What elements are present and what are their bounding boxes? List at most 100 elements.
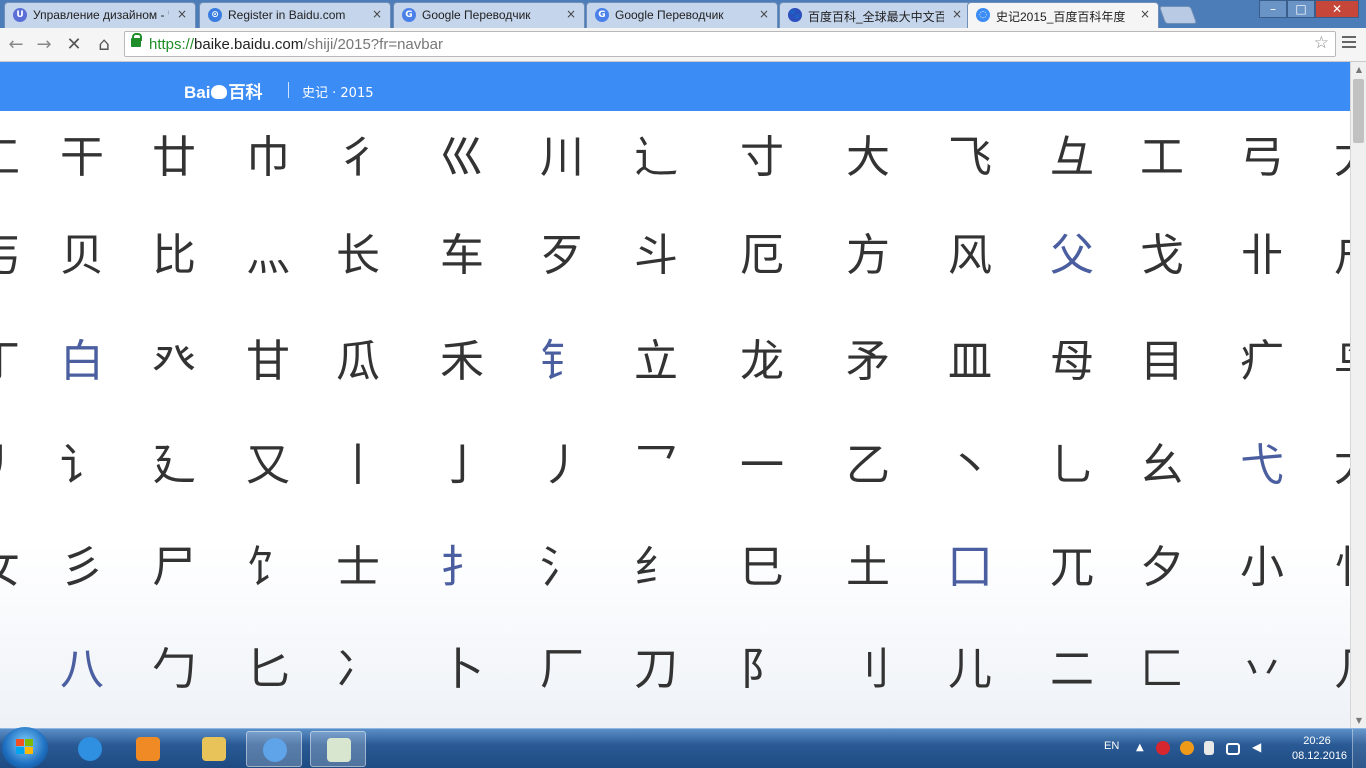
radical-glyph[interactable]: 乛 (616, 429, 696, 493)
back-arrow-icon[interactable]: ← (6, 34, 26, 55)
radical-glyph[interactable]: 户 (1316, 219, 1350, 283)
radical-glyph[interactable]: 彳 (318, 121, 398, 185)
radical-glyph[interactable]: 土 (828, 531, 908, 595)
browser-tab[interactable]: 🐾 百度百科_全球最大中文百 × (779, 2, 971, 28)
taskbar-app-button[interactable] (186, 731, 242, 767)
radical-glyph[interactable]: 忄 (1316, 531, 1350, 595)
radical-glyph[interactable]: 乚 (1032, 429, 1112, 493)
radical-glyph[interactable]: 斗 (616, 219, 696, 283)
tab-close-icon[interactable]: × (1140, 7, 1150, 21)
taskbar-app-button[interactable] (310, 731, 366, 767)
radical-glyph[interactable]: 厂 (522, 633, 602, 697)
browser-tab[interactable]: U Управление дизайном - Ч × (4, 2, 196, 28)
forward-arrow-icon[interactable]: → (34, 34, 54, 55)
radical-glyph[interactable]: 丨 (318, 429, 398, 493)
radical-glyph[interactable]: 冫 (0, 633, 38, 697)
radical-glyph[interactable]: 车 (422, 219, 502, 283)
radical-glyph[interactable]: 辶 (616, 121, 696, 185)
language-indicator[interactable]: EN (1104, 740, 1119, 752)
radical-glyph[interactable]: 长 (318, 219, 398, 283)
close-window-button[interactable]: ✕ (1315, 0, 1359, 18)
radical-glyph[interactable]: 彑 (1032, 121, 1112, 185)
radical-glyph[interactable]: 寸 (722, 121, 802, 185)
radical-glyph[interactable]: 女 (0, 531, 38, 595)
radical-glyph[interactable]: 小 (1222, 531, 1302, 595)
browser-tab[interactable]: ⊙ Register in Baidu.com × (199, 2, 391, 28)
radical-glyph[interactable]: 亅 (422, 429, 502, 493)
radical-glyph[interactable]: 目 (1122, 325, 1202, 389)
radical-glyph[interactable]: 父 (1032, 219, 1112, 283)
radical-glyph[interactable]: 贝 (42, 219, 122, 283)
address-bar[interactable]: https://baike.baidu.com/shiji/2015?fr=na… (124, 31, 1336, 57)
tab-close-icon[interactable]: × (759, 7, 769, 21)
taskbar-app-button[interactable] (246, 731, 302, 767)
volume-icon[interactable]: ◀ (1252, 740, 1266, 754)
scroll-thumb[interactable] (1353, 79, 1364, 143)
radical-glyph[interactable]: 弓 (1222, 121, 1302, 185)
radical-glyph[interactable]: 士 (318, 531, 398, 595)
baidu-logo[interactable]: Bai 百科 (184, 78, 262, 103)
show-hidden-icons-icon[interactable]: ▲ (1136, 742, 1150, 756)
radical-glyph[interactable]: 巳 (722, 531, 802, 595)
radical-glyph[interactable]: 匕 (228, 633, 308, 697)
radical-glyph[interactable]: 巾 (228, 121, 308, 185)
scroll-down-icon[interactable]: ▼ (1351, 713, 1366, 729)
radical-glyph[interactable]: 工 (1122, 121, 1202, 185)
start-button[interactable] (2, 727, 48, 768)
radical-glyph[interactable]: 癶 (134, 325, 214, 389)
tab-close-icon[interactable]: × (372, 7, 382, 21)
radical-glyph[interactable]: 几 (1316, 633, 1350, 697)
radical-glyph[interactable]: 白 (42, 325, 122, 389)
network-icon[interactable] (1226, 743, 1240, 755)
radical-glyph[interactable]: 皿 (930, 325, 1010, 389)
radical-glyph[interactable]: 瓜 (318, 325, 398, 389)
radical-glyph[interactable]: 戈 (1122, 219, 1202, 283)
section-title[interactable]: 史记 · 2015 (302, 82, 373, 101)
radical-glyph[interactable]: 干 (42, 121, 122, 185)
radical-glyph[interactable]: 饣 (228, 531, 308, 595)
radical-glyph[interactable]: 丐 (0, 219, 38, 283)
radical-glyph[interactable]: 巛 (422, 121, 502, 185)
radical-glyph[interactable]: 鸟 (1316, 325, 1350, 389)
radical-glyph[interactable]: 尢 (1316, 121, 1350, 185)
show-desktop-button[interactable] (1352, 729, 1366, 768)
radical-glyph[interactable]: 纟 (616, 531, 696, 595)
radical-glyph[interactable]: 丷 (1222, 633, 1302, 697)
tab-close-icon[interactable]: × (952, 7, 962, 21)
radical-glyph[interactable]: 工 (0, 121, 38, 185)
radical-glyph[interactable]: 刀 (616, 633, 696, 697)
radical-glyph[interactable]: 厄 (722, 219, 802, 283)
radical-glyph[interactable]: 禾 (422, 325, 502, 389)
radical-glyph[interactable]: 又 (228, 429, 308, 493)
radical-glyph[interactable]: 钅 (522, 325, 602, 389)
radical-glyph[interactable]: 彡 (42, 531, 122, 595)
radical-glyph[interactable]: 方 (828, 219, 908, 283)
radical-glyph[interactable]: 尸 (134, 531, 214, 595)
radical-glyph[interactable]: 比 (134, 219, 214, 283)
antivirus-icon[interactable] (1156, 741, 1170, 755)
browser-tab[interactable]: ◌ 史记2015_百度百科年度 × (967, 2, 1159, 28)
radical-glyph[interactable]: 卜 (422, 633, 502, 697)
radical-glyph[interactable]: 疒 (1222, 325, 1302, 389)
radical-glyph[interactable]: 丁 (0, 325, 38, 389)
radical-glyph[interactable]: 囗 (930, 531, 1010, 595)
radical-glyph[interactable]: 廿 (134, 121, 214, 185)
tab-close-icon[interactable]: × (566, 7, 576, 21)
radical-glyph[interactable]: 丿 (0, 429, 38, 493)
radical-glyph[interactable]: 龙 (722, 325, 802, 389)
radical-glyph[interactable]: 立 (616, 325, 696, 389)
radical-glyph[interactable]: 勹 (134, 633, 214, 697)
radical-glyph[interactable]: 歹 (522, 219, 602, 283)
hamburger-menu-icon[interactable] (1342, 36, 1356, 51)
home-icon[interactable]: ⌂ (94, 34, 114, 55)
maximize-button[interactable]: □ (1287, 0, 1315, 18)
system-clock[interactable]: 20:26 08.12.2016 (1292, 734, 1347, 764)
radical-glyph[interactable]: 冫 (318, 633, 398, 697)
usb-device-icon[interactable] (1204, 741, 1214, 755)
radical-glyph[interactable]: 匚 (1122, 633, 1202, 697)
radical-glyph[interactable]: 廴 (134, 429, 214, 493)
browser-tab[interactable]: G Google Переводчик × (586, 2, 778, 28)
vertical-scrollbar[interactable]: ▲ ▼ (1350, 62, 1366, 729)
radical-glyph[interactable]: 夕 (1122, 531, 1202, 595)
radical-glyph[interactable]: 大 (828, 121, 908, 185)
